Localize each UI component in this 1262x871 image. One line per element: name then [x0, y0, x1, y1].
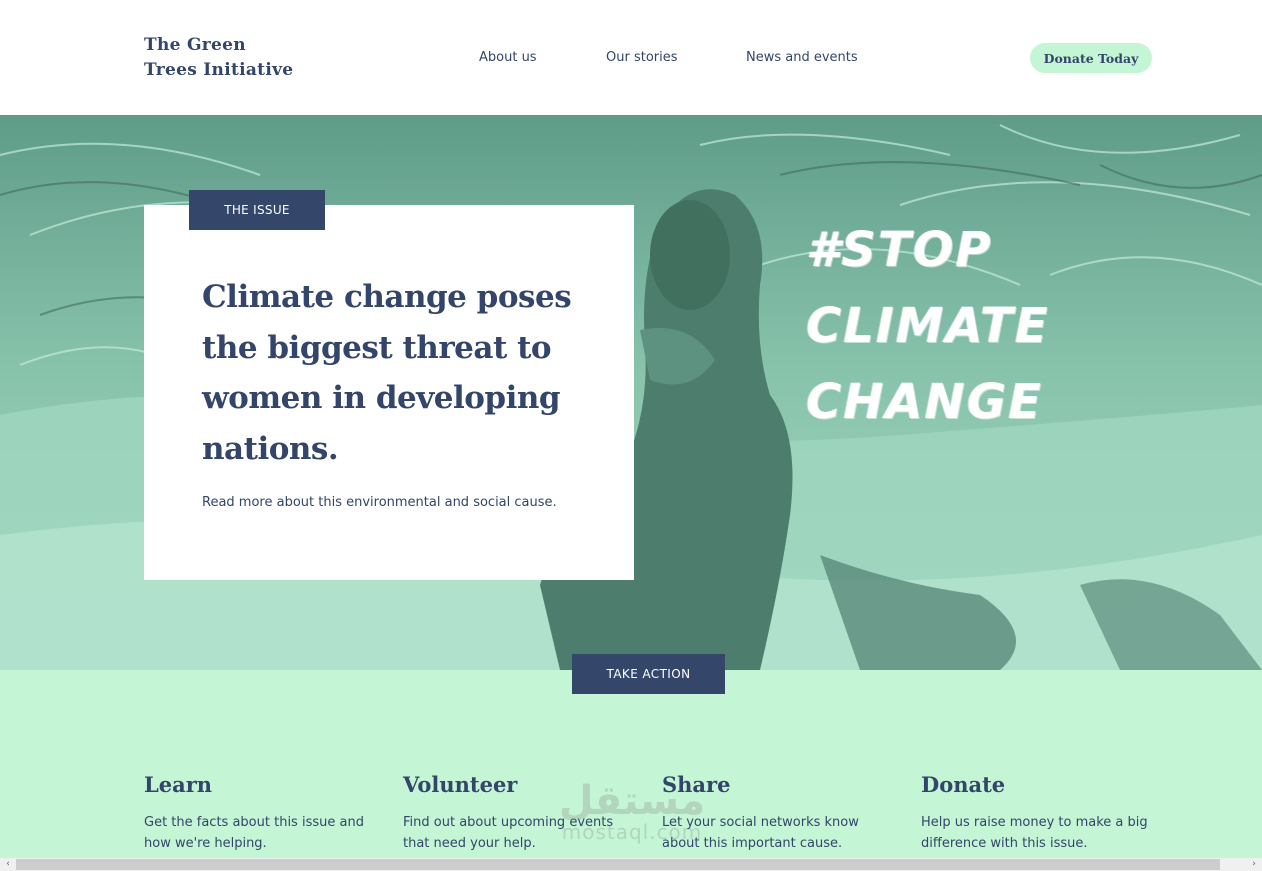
learn-text: Get the facts about this issue and how w… — [144, 815, 364, 851]
nav-our-stories[interactable]: Our stories — [606, 50, 678, 65]
donate-column: Donate Help us raise money to make a big… — [921, 772, 1151, 854]
logo-line-2: Trees Initiative — [144, 60, 294, 80]
stop-climate-change-slogan: #STOP CLIMATE CHANGE — [806, 212, 1050, 440]
horizontal-scrollbar[interactable]: ‹ › — [0, 858, 1262, 871]
the-issue-tag: THE ISSUE — [189, 190, 325, 230]
volunteer-column: Volunteer Find out about upcoming events… — [403, 772, 633, 854]
hero-headline: Climate change poses the biggest threat … — [202, 279, 572, 467]
donate-text: Help us raise money to make a big differ… — [921, 815, 1148, 851]
nav-news-and-events[interactable]: News and events — [746, 50, 858, 65]
read-more-link[interactable]: Read more about this environmental and s… — [202, 495, 557, 510]
donate-today-button[interactable]: Donate Today — [1030, 43, 1152, 73]
logo-line-1: The Green — [144, 35, 246, 55]
share-title[interactable]: Share — [662, 772, 892, 798]
share-column: Share Let your social networks know abou… — [662, 772, 892, 854]
slogan-line-2: CLIMATE — [806, 298, 1050, 354]
nav-about-us[interactable]: About us — [479, 50, 537, 65]
donate-title[interactable]: Donate — [921, 772, 1151, 798]
learn-column: Learn Get the facts about this issue and… — [144, 772, 374, 854]
take-action-button[interactable]: TAKE ACTION — [572, 654, 725, 694]
site-logo[interactable]: The Green Trees Initiative — [144, 33, 293, 83]
volunteer-text: Find out about upcoming events that need… — [403, 815, 614, 851]
slogan-line-3: CHANGE — [806, 374, 1043, 430]
scrollbar-thumb[interactable] — [16, 859, 1220, 870]
site-header: The Green Trees Initiative About us Our … — [0, 0, 1262, 115]
volunteer-title[interactable]: Volunteer — [403, 772, 633, 798]
learn-title[interactable]: Learn — [144, 772, 374, 798]
scroll-left-icon[interactable]: ‹ — [0, 858, 16, 871]
share-text: Let your social networks know about this… — [662, 815, 859, 851]
scroll-right-icon[interactable]: › — [1246, 858, 1262, 871]
slogan-line-1: #STOP — [806, 222, 993, 278]
